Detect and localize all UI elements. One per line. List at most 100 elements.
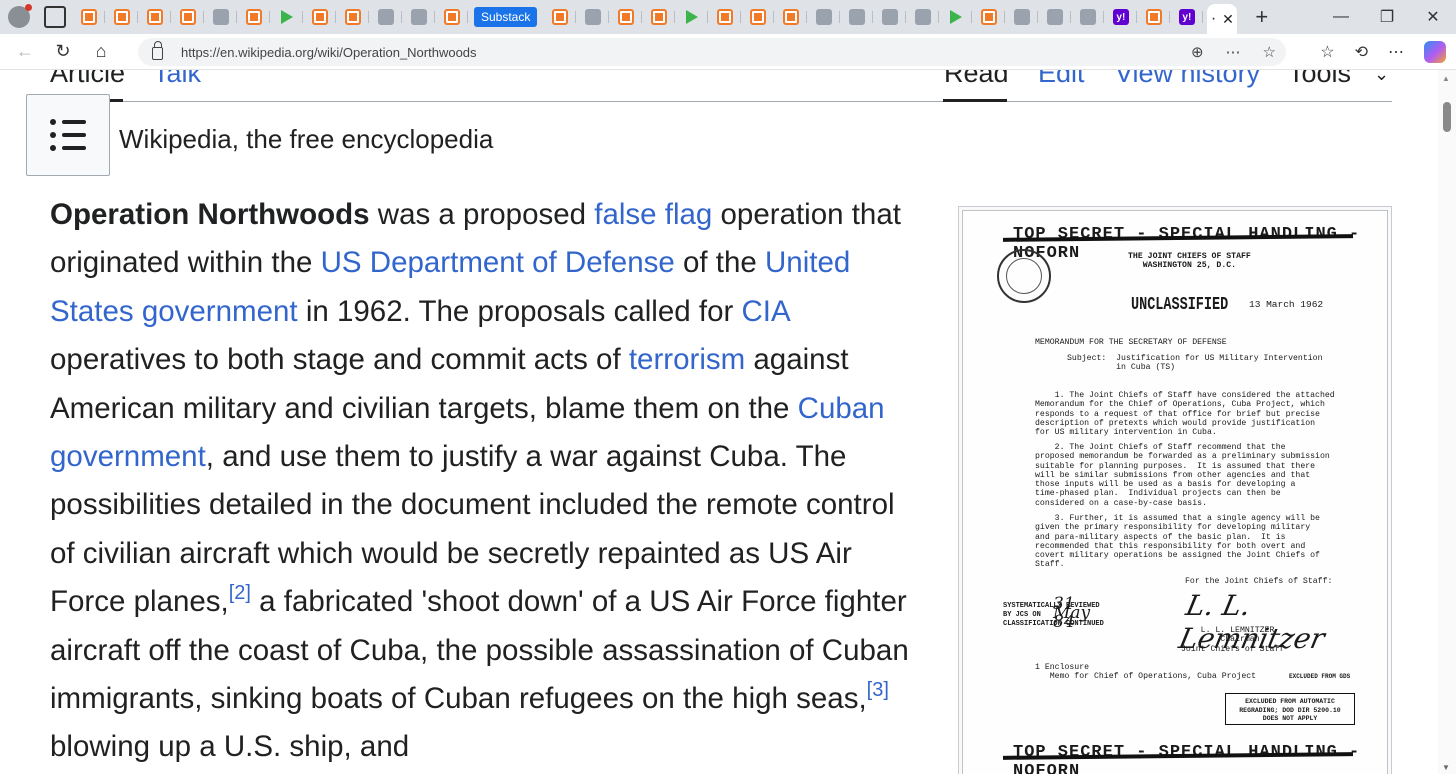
pinned-tab[interactable]: y! [1104,4,1138,30]
page-content: Article Talk Read Edit View history Tool… [0,70,1456,774]
pinned-tab[interactable] [906,4,940,30]
pinned-tab[interactable] [1038,4,1072,30]
site-favicon-icon [617,9,634,25]
memo-for-jcs: For the Joint Chiefs of Staff: [1185,577,1333,586]
restore-icon[interactable]: ❐ [1364,7,1410,27]
citation-2[interactable]: [2] [229,582,251,604]
pinned-tab[interactable] [609,4,643,30]
address-bar[interactable]: https://en.wikipedia.org/wiki/Operation_… [138,38,1286,66]
lead-text: of the [674,246,765,280]
tab-talk[interactable]: Talk [153,70,201,89]
link-us-department-of-defense[interactable]: US Department of Defense [321,246,675,279]
memo-paragraph-2: 2. The Joint Chiefs of Staff recommend t… [1035,443,1330,508]
lead-text: was a proposed [369,198,595,231]
pinned-tab[interactable] [435,4,468,30]
pinned-tab[interactable] [675,4,709,30]
home-icon[interactable]: ⌂ [82,41,120,62]
pinned-tab[interactable] [1071,4,1105,30]
tab-article[interactable]: Article [50,70,125,89]
pinned-tab[interactable] [576,4,610,30]
pinned-tab[interactable] [303,4,336,30]
pinned-tab[interactable] [708,4,742,30]
pinned-tab[interactable] [741,4,775,30]
pinned-tab[interactable] [402,4,435,30]
pinned-tab[interactable]: y! [1170,4,1204,30]
pinned-tab[interactable] [72,4,105,30]
memo-subject: Subject: Justification for US Military I… [1067,354,1323,373]
favorite-star-icon[interactable]: ☆ [1263,43,1276,61]
profile-avatar-icon[interactable] [8,4,32,28]
review-date-handwritten: 31 May 84 [1053,594,1091,632]
tab-actions-icon[interactable] [44,6,66,28]
url-text[interactable]: https://en.wikipedia.org/wiki/Operation_… [181,45,477,60]
history-icon[interactable]: ⟲ [1355,42,1368,62]
pinned-tab[interactable] [840,4,874,30]
tab-substack[interactable]: Substack [474,7,538,27]
tab-view-history[interactable]: View history [1115,70,1260,89]
site-favicon-icon [344,9,361,25]
link-false-flag[interactable]: false flag [594,198,712,231]
list-icon-row [50,132,86,138]
site-favicon-icon [1013,9,1030,25]
pinned-tab[interactable] [369,4,402,30]
favorites-icon[interactable]: ☆ [1320,42,1334,62]
pinned-tab[interactable] [204,4,237,30]
site-favicon-icon [1046,9,1063,25]
pinned-tab[interactable] [807,4,841,30]
pinned-tab[interactable] [171,4,204,30]
pinned-tab[interactable] [237,4,270,30]
signer-block: L. L. LEMNITZER Chairman Joint Chiefs of… [1181,626,1285,654]
tab-edit[interactable]: Edit [1038,70,1085,89]
minimize-icon[interactable]: — [1318,8,1364,26]
site-favicon-icon [815,9,832,25]
pinned-tab[interactable] [336,4,369,30]
new-tab-icon[interactable]: + [1255,4,1268,30]
excluded-from-gds: EXCLUDED FROM GDS [1289,673,1351,680]
memo-paragraph-1: 1. The Joint Chiefs of Staff have consid… [1035,391,1335,438]
pinned-tab[interactable] [138,4,171,30]
scroll-down-icon[interactable]: ▼ [1442,763,1450,772]
pinned-tab[interactable] [543,4,577,30]
toc-toggle-button[interactable] [26,94,110,176]
site-favicon-icon [551,9,568,25]
memo-enclosure: 1 Enclosure Memo for Chief of Operations… [1035,663,1257,682]
read-tab-underline [943,99,1007,102]
tab-strip: Substack y! y! · ✕ + — ❐ ✕ [0,0,1456,34]
zoom-icon[interactable]: ⊕ [1191,43,1204,61]
close-window-icon[interactable]: ✕ [1410,7,1456,27]
site-tagline: Wikipedia, the free encyclopedia [119,124,494,154]
lock-icon[interactable] [152,41,163,60]
tab-read[interactable]: Read [944,70,1009,89]
copilot-icon[interactable] [1424,40,1446,63]
tab-tools[interactable]: Tools [1288,70,1351,89]
pinned-tab[interactable] [270,4,303,30]
pinned-tab[interactable] [939,4,973,30]
scroll-up-icon[interactable]: ▲ [1442,74,1450,83]
close-tab-icon[interactable]: ✕ [1222,11,1234,28]
link-terrorism[interactable]: terrorism [629,343,745,376]
active-tab[interactable]: · ✕ [1207,4,1238,34]
document-image-frame[interactable]: TOP SECRET - SPECIAL HANDLING - NOFORN T… [958,206,1392,774]
yahoo-favicon-icon: y! [1112,9,1129,25]
link-cia[interactable]: CIA [742,295,790,328]
more-tools-icon[interactable]: ⋯ [1226,43,1241,61]
unclassified-stamp: UNCLASSIFIED [1131,295,1229,315]
settings-more-icon[interactable]: ⋯ [1388,42,1404,62]
chevron-down-icon[interactable]: ⌄ [1374,70,1389,85]
window-controls: — ❐ ✕ [1318,0,1456,34]
pinned-tab[interactable] [873,4,907,30]
northwoods-memo-image[interactable]: TOP SECRET - SPECIAL HANDLING - NOFORN T… [962,210,1388,774]
tab-strip-left [0,4,66,28]
page-scrollbar[interactable]: ▲ ▼ [1438,70,1456,774]
regrading-box: EXCLUDED FROM AUTOMATIC REGRADING; DOD D… [1225,693,1355,725]
pinned-tab[interactable] [105,4,138,30]
pinned-tab[interactable] [642,4,676,30]
citation-3[interactable]: [3] [867,679,889,701]
back-icon[interactable]: ← [6,41,44,62]
pinned-tab[interactable] [774,4,808,30]
scrollbar-thumb[interactable] [1443,102,1451,132]
pinned-tab[interactable] [1137,4,1171,30]
pinned-tab[interactable] [1005,4,1039,30]
pinned-tab[interactable] [972,4,1006,30]
refresh-icon[interactable]: ↻ [44,41,82,62]
